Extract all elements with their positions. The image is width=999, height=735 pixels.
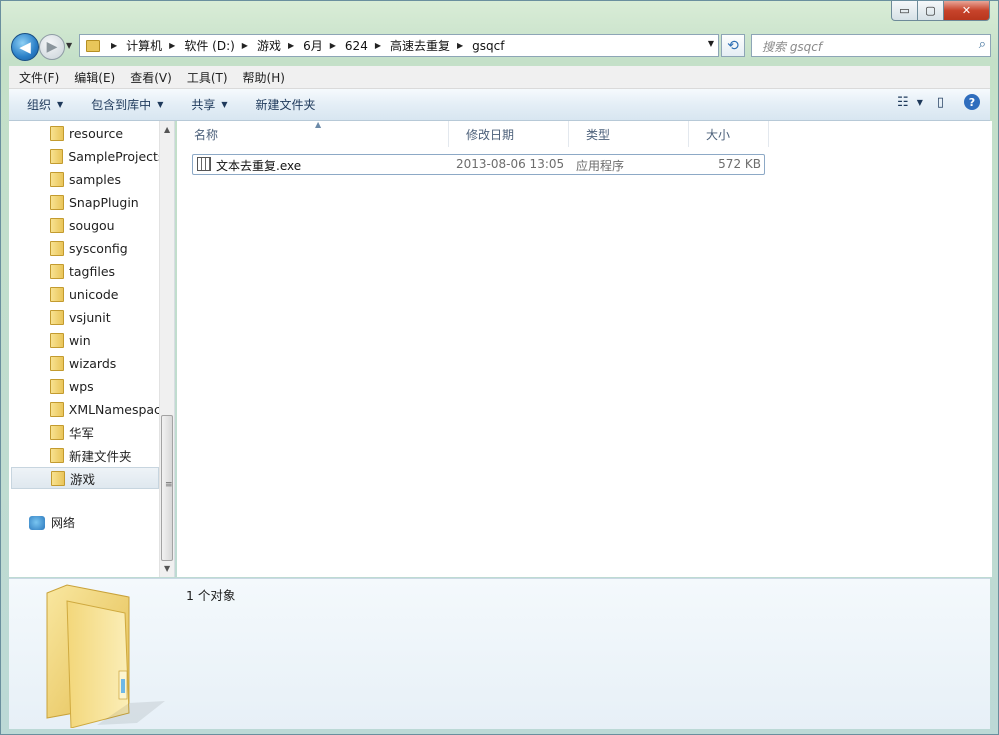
folder-icon <box>50 355 64 371</box>
folder-icon <box>50 240 64 256</box>
menu-bar: 文件(F) 编辑(E) 查看(V) 工具(T) 帮助(H) <box>9 66 990 89</box>
share-button[interactable]: 共享 ▼ <box>191 96 227 113</box>
nav-network[interactable]: 网络 <box>29 514 75 531</box>
details-pane: 1 个对象 <box>9 578 990 729</box>
scroll-down-icon[interactable]: ▼ <box>164 564 170 573</box>
close-button[interactable]: ✕ <box>944 1 990 21</box>
help-icon[interactable]: ? <box>964 94 980 110</box>
menu-help[interactable]: 帮助(H) <box>243 69 285 86</box>
nav-folder[interactable]: sysconfig <box>9 237 159 259</box>
nav-folder[interactable]: win <box>9 329 159 351</box>
item-count: 1 个对象 <box>186 588 236 603</box>
nav-folder[interactable]: wizards <box>9 352 159 374</box>
organize-button[interactable]: 组织 ▼ <box>27 96 63 113</box>
network-label: 网络 <box>51 516 76 530</box>
refresh-button[interactable]: ⟲ <box>721 34 745 57</box>
maximize-button[interactable]: ▢ <box>918 1 944 21</box>
address-bar[interactable]: ▶ 计算机 ▶ 软件 (D:) ▶ 游戏 ▶ 6月 ▶ 624 ▶ 高速去重复 ▶ gsqc… <box>79 34 719 57</box>
folder-icon <box>50 309 64 325</box>
chevron-down-icon: ▼ <box>221 100 228 109</box>
breadcrumb-drive-d[interactable]: 软件 (D:) ▶ <box>184 35 257 56</box>
breadcrumb-gsqcf[interactable]: gsqcf <box>472 35 504 56</box>
file-size: 572 KB <box>718 157 761 171</box>
nav-folder[interactable]: vsjunit <box>9 306 159 328</box>
breadcrumb-root-arrow[interactable]: ▶ <box>104 35 126 56</box>
preview-pane-icon[interactable]: ▯ <box>937 95 944 110</box>
explorer-window: ▭ ▢ ✕ ◀ ▶ ▼ ▶ 计算机 ▶ 软件 (D:) ▶ 游戏 ▶ 6月 ▶ 624 ▶… <box>0 0 999 735</box>
nav-folder[interactable]: resource <box>9 122 159 144</box>
folder-icon <box>50 378 64 394</box>
nav-scrollbar[interactable]: ▲ ≡ ▼ <box>159 121 174 577</box>
column-header-size[interactable]: 大小 <box>689 121 769 147</box>
chevron-down-icon: ▼ <box>157 100 164 109</box>
grip-icon: ≡ <box>165 480 173 490</box>
scrollbar-thumb[interactable]: ≡ <box>161 415 173 561</box>
minimize-button[interactable]: ▭ <box>891 1 918 21</box>
nav-folder[interactable]: unicode <box>9 283 159 305</box>
breadcrumb-games[interactable]: 游戏 ▶ <box>257 35 303 56</box>
nav-folder[interactable]: XMLNamespac <box>9 398 159 420</box>
menu-edit[interactable]: 编辑(E) <box>74 69 115 86</box>
include-in-library-button[interactable]: 包含到库中 ▼ <box>91 96 163 113</box>
search-icon[interactable]: ⌕ <box>979 37 986 52</box>
column-header-name[interactable]: 名称 <box>177 121 449 147</box>
column-header-modified[interactable]: 修改日期 <box>449 121 569 147</box>
file-modified: 2013-08-06 13:05 <box>456 157 565 171</box>
scroll-up-icon[interactable]: ▲ <box>164 125 170 134</box>
recent-pages-dropdown[interactable]: ▼ <box>66 41 72 50</box>
nav-folder[interactable]: SampleProjects <box>9 145 159 167</box>
menu-file[interactable]: 文件(F) <box>19 69 59 86</box>
search-box[interactable]: ⌕ <box>751 34 991 57</box>
nav-folder[interactable]: 华军 <box>9 421 159 443</box>
navigation-row: ◀ ▶ ▼ ▶ 计算机 ▶ 软件 (D:) ▶ 游戏 ▶ 6月 ▶ 624 ▶ 高速去重复… <box>9 33 991 61</box>
folder-icon <box>50 286 64 302</box>
folder-icon <box>50 332 64 348</box>
application-icon <box>197 157 211 171</box>
caption-buttons: ▭ ▢ ✕ <box>891 1 990 21</box>
nav-folder[interactable]: SnapPlugin <box>9 191 159 213</box>
network-icon <box>29 515 45 530</box>
navigation-pane: resource SampleProjects samples SnapPlug… <box>9 121 175 577</box>
file-row[interactable]: 文本去重复.exe 2013-08-06 13:05 应用程序 572 KB <box>192 154 765 175</box>
folder-icon <box>50 217 64 233</box>
folder-icon <box>50 424 64 440</box>
folder-icon <box>50 125 64 141</box>
view-options-icon[interactable]: ☷ <box>897 95 909 110</box>
breadcrumb-june[interactable]: 6月 ▶ <box>303 35 345 56</box>
folder-icon <box>50 401 64 417</box>
folder-icon <box>50 171 64 187</box>
breadcrumb-computer[interactable]: 计算机 ▶ <box>126 35 184 56</box>
menu-view[interactable]: 查看(V) <box>130 69 172 86</box>
breadcrumb-624[interactable]: 624 ▶ <box>345 35 390 56</box>
nav-folder[interactable]: wps <box>9 375 159 397</box>
search-input[interactable] <box>760 36 964 57</box>
large-folder-icon <box>46 584 165 728</box>
back-button[interactable]: ◀ <box>11 33 39 61</box>
folder-icon <box>50 263 64 279</box>
chevron-down-icon[interactable]: ▼ <box>917 98 923 107</box>
address-dropdown-arrow[interactable]: ▼ <box>708 39 714 48</box>
file-name: 文本去重复.exe <box>216 159 302 173</box>
menu-tools[interactable]: 工具(T) <box>187 69 228 86</box>
folder-icon <box>50 148 64 164</box>
forward-button[interactable]: ▶ <box>39 34 65 60</box>
new-folder-button[interactable]: 新建文件夹 <box>256 96 316 113</box>
folder-icon <box>86 39 100 52</box>
folder-icon <box>50 447 64 463</box>
nav-folder[interactable]: samples <box>9 168 159 190</box>
view-controls: ☷ ▼ ▯ ? <box>883 94 980 110</box>
folder-icon <box>51 470 65 486</box>
breadcrumb-dedup[interactable]: 高速去重复 ▶ <box>390 35 472 56</box>
chevron-down-icon: ▼ <box>57 100 64 109</box>
nav-folder[interactable]: tagfiles <box>9 260 159 282</box>
file-type: 应用程序 <box>576 159 625 173</box>
nav-folder[interactable]: sougou <box>9 214 159 236</box>
command-bar: 组织 ▼ 包含到库中 ▼ 共享 ▼ 新建文件夹 ☷ ▼ ▯ ? <box>9 89 990 121</box>
folder-icon <box>50 194 64 210</box>
nav-folder-selected[interactable]: 游戏 <box>11 467 159 489</box>
nav-folder[interactable]: 新建文件夹 <box>9 444 159 466</box>
file-list: ▲ 名称 修改日期 类型 大小 文本去重复.exe 2013-08-06 13:… <box>177 120 992 577</box>
column-header-type[interactable]: 类型 <box>569 121 689 147</box>
